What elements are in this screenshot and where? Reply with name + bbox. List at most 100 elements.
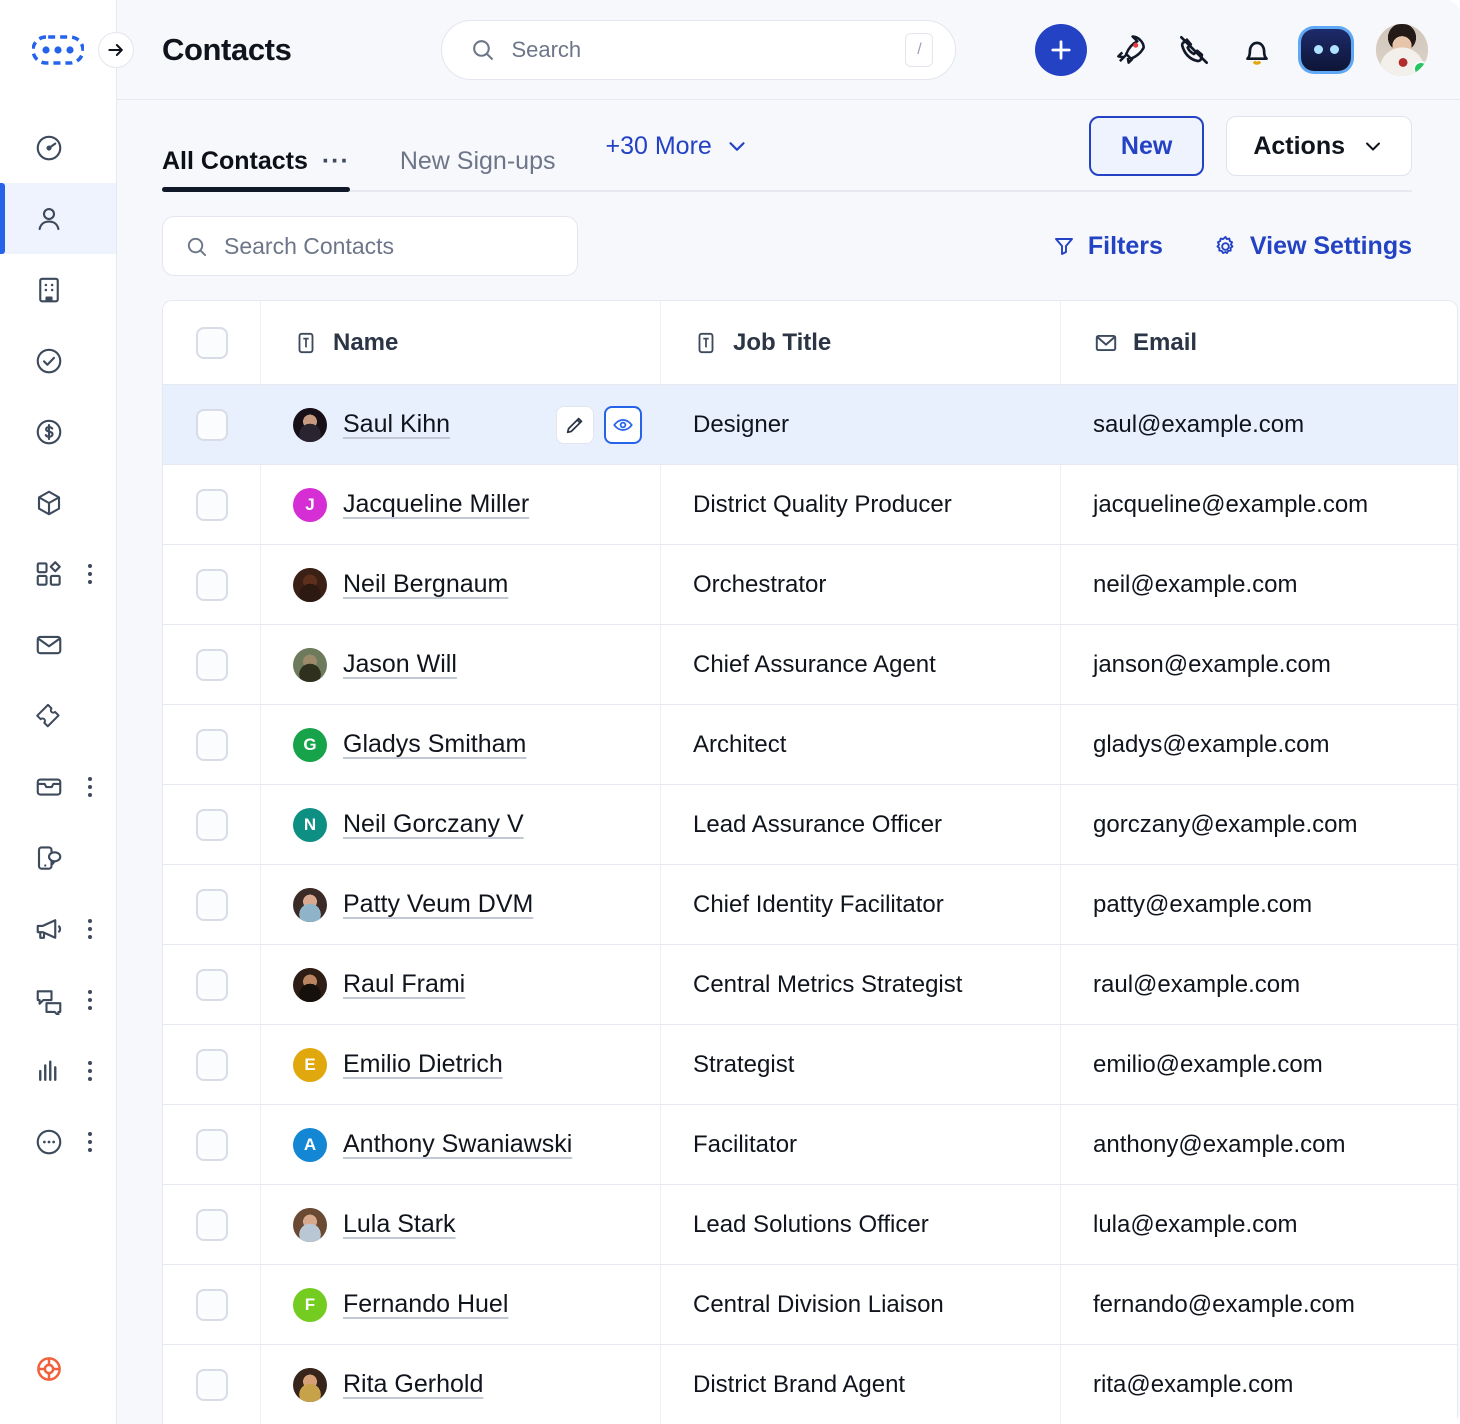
table-row[interactable]: N Neil Gorczany V Lead Assurance Officer… bbox=[163, 785, 1457, 865]
cell-name[interactable]: Jason Will bbox=[261, 625, 661, 704]
cell-name[interactable]: Neil Bergnaum bbox=[261, 545, 661, 624]
contact-name-link[interactable]: Lula Stark bbox=[343, 1210, 456, 1239]
column-header-email[interactable]: Email bbox=[1061, 301, 1457, 384]
row-checkbox[interactable] bbox=[196, 569, 228, 601]
user-avatar[interactable] bbox=[1376, 24, 1428, 76]
sidebar-item-apps[interactable] bbox=[0, 538, 116, 609]
tabs-more-button[interactable]: +30 More bbox=[605, 132, 749, 161]
tab-all-contacts[interactable]: All Contacts ··· bbox=[162, 100, 350, 192]
table-row[interactable]: Patty Veum DVM Chief Identity Facilitato… bbox=[163, 865, 1457, 945]
filters-button[interactable]: Filters bbox=[1052, 232, 1163, 261]
cell-name[interactable]: Rita Gerhold bbox=[261, 1345, 661, 1424]
sidebar-item-conversations[interactable] bbox=[0, 964, 116, 1035]
cell-name[interactable]: G Gladys Smitham bbox=[261, 705, 661, 784]
sidebar-item-sms[interactable] bbox=[0, 822, 116, 893]
sidebar-item-deals[interactable] bbox=[0, 396, 116, 467]
table-row[interactable]: E Emilio Dietrich Strategist emilio@exam… bbox=[163, 1025, 1457, 1105]
tab-all-contacts-menu-icon[interactable]: ··· bbox=[322, 147, 350, 176]
row-checkbox[interactable] bbox=[196, 409, 228, 441]
cell-name[interactable]: J Jacqueline Miller bbox=[261, 465, 661, 544]
new-button[interactable]: New bbox=[1089, 116, 1204, 176]
sidebar-item-conversations-menu[interactable] bbox=[88, 990, 92, 1010]
contact-name-link[interactable]: Emilio Dietrich bbox=[343, 1050, 503, 1079]
contact-name-link[interactable]: Fernando Huel bbox=[343, 1290, 508, 1319]
assistant-button[interactable] bbox=[1301, 29, 1351, 71]
table-row[interactable]: F Fernando Huel Central Division Liaison… bbox=[163, 1265, 1457, 1345]
table-row[interactable]: J Jacqueline Miller District Quality Pro… bbox=[163, 465, 1457, 545]
sidebar-item-tickets[interactable] bbox=[0, 680, 116, 751]
row-checkbox[interactable] bbox=[196, 729, 228, 761]
edit-pencil-button[interactable] bbox=[556, 406, 594, 444]
actions-button[interactable]: Actions bbox=[1226, 116, 1412, 176]
row-checkbox[interactable] bbox=[196, 1049, 228, 1081]
table-row[interactable]: A Anthony Swaniawski Facilitator anthony… bbox=[163, 1105, 1457, 1185]
sidebar-item-products[interactable] bbox=[0, 467, 116, 538]
tab-new-signups[interactable]: New Sign-ups bbox=[400, 100, 556, 192]
row-checkbox[interactable] bbox=[196, 1369, 228, 1401]
sidebar-item-reports[interactable] bbox=[0, 1035, 116, 1106]
cell-name[interactable]: F Fernando Huel bbox=[261, 1265, 661, 1344]
row-select-cell bbox=[163, 1185, 261, 1264]
contact-name-link[interactable]: Anthony Swaniawski bbox=[343, 1130, 572, 1159]
view-settings-button[interactable]: View Settings bbox=[1213, 232, 1412, 261]
sidebar-item-more[interactable] bbox=[0, 1106, 116, 1177]
contact-name-link[interactable]: Saul Kihn bbox=[343, 410, 450, 439]
add-button[interactable] bbox=[1035, 24, 1087, 76]
contact-name-link[interactable]: Jacqueline Miller bbox=[343, 490, 529, 519]
row-checkbox[interactable] bbox=[196, 969, 228, 1001]
sidebar-item-more-menu[interactable] bbox=[88, 1132, 92, 1152]
eye-button[interactable] bbox=[604, 406, 642, 444]
row-checkbox[interactable] bbox=[196, 489, 228, 521]
cell-name[interactable]: Saul Kihn bbox=[261, 385, 661, 464]
notifications-button[interactable] bbox=[1238, 31, 1276, 69]
row-checkbox[interactable] bbox=[196, 1209, 228, 1241]
cell-name[interactable]: Patty Veum DVM bbox=[261, 865, 661, 944]
search-contacts-input[interactable]: Search Contacts bbox=[162, 216, 578, 276]
call-off-button[interactable] bbox=[1175, 31, 1213, 69]
cell-name[interactable]: Raul Frami bbox=[261, 945, 661, 1024]
global-search-input[interactable]: Search / bbox=[441, 20, 956, 80]
sidebar-item-help[interactable] bbox=[0, 1314, 116, 1424]
sidebar-item-campaigns[interactable] bbox=[0, 893, 116, 964]
column-header-job-title[interactable]: Job Title bbox=[661, 301, 1061, 384]
contact-name-link[interactable]: Gladys Smitham bbox=[343, 730, 526, 759]
table-row[interactable]: Neil Bergnaum Orchestrator neil@example.… bbox=[163, 545, 1457, 625]
cell-name[interactable]: E Emilio Dietrich bbox=[261, 1025, 661, 1104]
sidebar-item-companies[interactable] bbox=[0, 254, 116, 325]
contact-name-link[interactable]: Patty Veum DVM bbox=[343, 890, 533, 919]
column-header-name[interactable]: Name bbox=[261, 301, 661, 384]
sidebar-item-inbox[interactable] bbox=[0, 751, 116, 822]
row-checkbox[interactable] bbox=[196, 809, 228, 841]
table-row[interactable]: G Gladys Smitham Architect gladys@exampl… bbox=[163, 705, 1457, 785]
row-checkbox[interactable] bbox=[196, 649, 228, 681]
sidebar-item-campaigns-menu[interactable] bbox=[88, 919, 92, 939]
sidebar-item-apps-menu[interactable] bbox=[88, 564, 92, 584]
contact-name-link[interactable]: Raul Frami bbox=[343, 970, 465, 999]
cell-name[interactable]: N Neil Gorczany V bbox=[261, 785, 661, 864]
sidebar-item-inbox-menu[interactable] bbox=[88, 777, 92, 797]
row-checkbox[interactable] bbox=[196, 889, 228, 921]
contact-name-link[interactable]: Neil Bergnaum bbox=[343, 570, 508, 599]
table-row[interactable]: Raul Frami Central Metrics Strategist ra… bbox=[163, 945, 1457, 1025]
contact-name-link[interactable]: Jason Will bbox=[343, 650, 457, 679]
rocket-button[interactable] bbox=[1112, 31, 1150, 69]
contact-name-link[interactable]: Neil Gorczany V bbox=[343, 810, 524, 839]
expand-sidebar-button[interactable] bbox=[98, 32, 134, 68]
app-logo[interactable] bbox=[0, 0, 116, 100]
table-row[interactable]: Rita Gerhold District Brand Agent rita@e… bbox=[163, 1345, 1457, 1424]
contact-name-link[interactable]: Rita Gerhold bbox=[343, 1370, 483, 1399]
cell-name[interactable]: Lula Stark bbox=[261, 1185, 661, 1264]
sidebar-item-reports-menu[interactable] bbox=[88, 1061, 92, 1081]
sidebar-item-tasks[interactable] bbox=[0, 325, 116, 396]
sidebar-item-contacts[interactable] bbox=[0, 183, 116, 254]
row-checkbox[interactable] bbox=[196, 1289, 228, 1321]
table-row[interactable]: Saul Kihn Designer saul@example.com bbox=[163, 385, 1457, 465]
row-select-cell bbox=[163, 865, 261, 944]
table-row[interactable]: Jason Will Chief Assurance Agent janson@… bbox=[163, 625, 1457, 705]
table-row[interactable]: Lula Stark Lead Solutions Officer lula@e… bbox=[163, 1185, 1457, 1265]
select-all-checkbox[interactable] bbox=[196, 327, 228, 359]
cell-name[interactable]: A Anthony Swaniawski bbox=[261, 1105, 661, 1184]
row-checkbox[interactable] bbox=[196, 1129, 228, 1161]
sidebar-item-email[interactable] bbox=[0, 609, 116, 680]
sidebar-item-dashboard[interactable] bbox=[0, 112, 116, 183]
